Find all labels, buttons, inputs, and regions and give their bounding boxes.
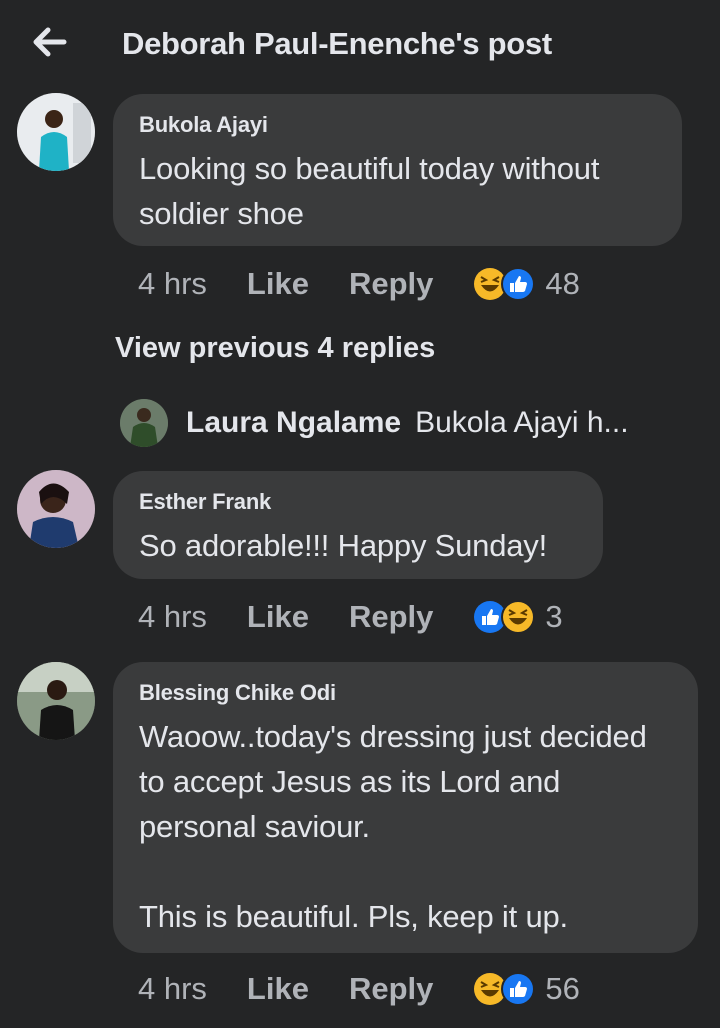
avatar[interactable] xyxy=(17,662,95,740)
comment-time[interactable]: 4 hrs xyxy=(138,599,207,635)
avatar[interactable] xyxy=(17,93,95,171)
comment-time[interactable]: 4 hrs xyxy=(138,266,207,302)
comment-bubble[interactable]: Bukola Ajayi Looking so beautiful today … xyxy=(113,94,682,246)
reply-button[interactable]: Reply xyxy=(349,599,433,635)
post-header: Deborah Paul-Enenche's post xyxy=(0,0,720,88)
comment-author[interactable]: Bukola Ajayi xyxy=(139,112,656,138)
avatar[interactable] xyxy=(120,399,168,447)
comment-text: So adorable!!! Happy Sunday! xyxy=(139,528,548,563)
comment-text: Looking so beautiful today without soldi… xyxy=(139,151,608,231)
reply-snippet: Bukola Ajayi h... xyxy=(415,406,629,439)
like-button[interactable]: Like xyxy=(247,266,309,302)
comment-actions: 4 hrs Like Reply 48 xyxy=(138,264,580,304)
comment-bubble[interactable]: Blessing Chike Odi Waoow..today's dressi… xyxy=(113,662,698,953)
comment-bubble[interactable]: Esther Frank So adorable!!! Happy Sunday… xyxy=(113,471,603,579)
comment-author[interactable]: Esther Frank xyxy=(139,489,577,515)
arrow-left-icon[interactable] xyxy=(28,22,68,62)
reply-author[interactable]: Laura Ngalame xyxy=(186,406,401,440)
reply-button[interactable]: Reply xyxy=(349,266,433,302)
like-icon xyxy=(501,267,536,301)
reply-preview[interactable]: Laura Ngalame Bukola Ajayi h... xyxy=(120,398,629,448)
comment-text: Waoow..today's dressing just decided to … xyxy=(139,719,647,934)
haha-icon xyxy=(501,600,536,634)
avatar[interactable] xyxy=(17,470,95,548)
reactions[interactable] xyxy=(473,267,536,301)
comment-time[interactable]: 4 hrs xyxy=(138,971,207,1007)
view-previous-replies-link[interactable]: View previous 4 replies xyxy=(115,332,435,365)
comment-actions: 4 hrs Like Reply 3 xyxy=(138,597,563,637)
page-title: Deborah Paul-Enenche's post xyxy=(122,26,552,61)
like-button[interactable]: Like xyxy=(247,599,309,635)
reaction-count[interactable]: 56 xyxy=(545,971,579,1007)
reaction-count[interactable]: 3 xyxy=(545,599,562,635)
like-button[interactable]: Like xyxy=(247,971,309,1007)
reactions[interactable] xyxy=(473,600,536,634)
comment-author[interactable]: Blessing Chike Odi xyxy=(139,680,672,706)
reaction-count[interactable]: 48 xyxy=(545,266,579,302)
like-icon xyxy=(501,972,536,1006)
reactions[interactable] xyxy=(473,972,536,1006)
reply-button[interactable]: Reply xyxy=(349,971,433,1007)
comment-actions: 4 hrs Like Reply 56 xyxy=(138,969,580,1009)
